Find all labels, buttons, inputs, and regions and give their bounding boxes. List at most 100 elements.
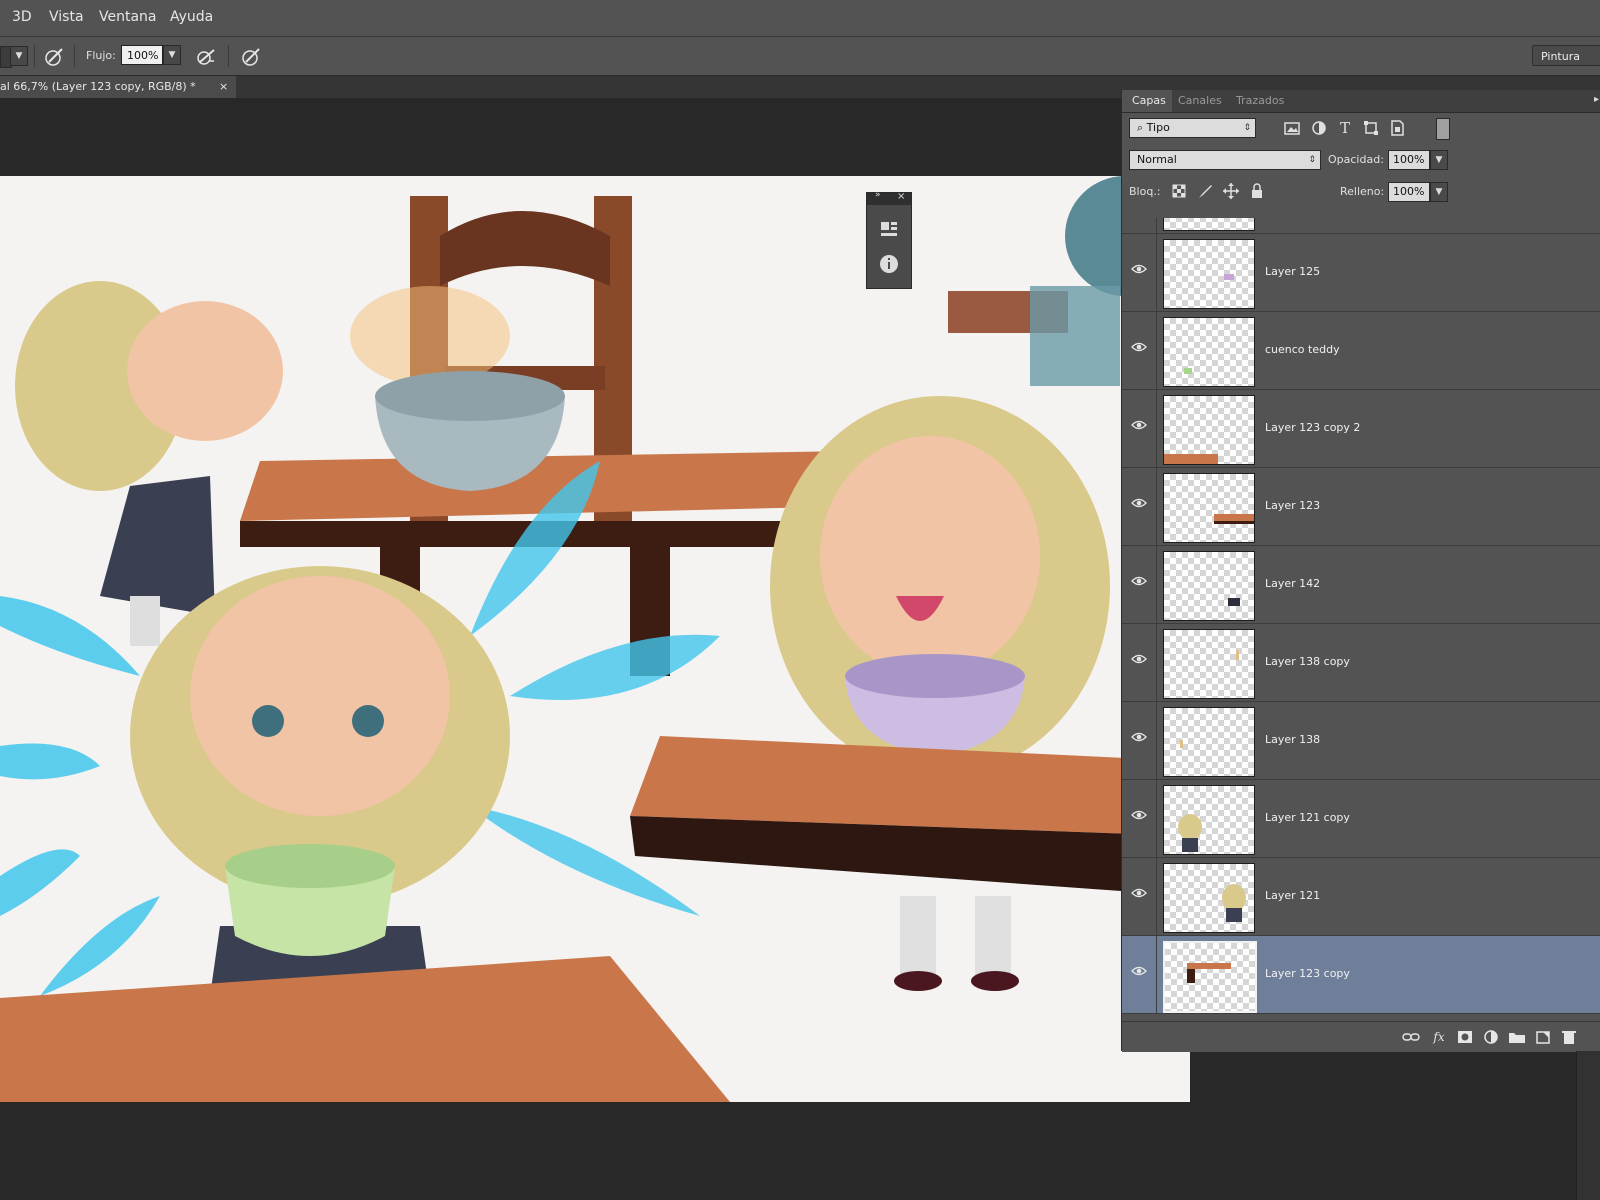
lock-label: Bloq.: bbox=[1129, 185, 1161, 198]
eye-icon[interactable] bbox=[1131, 419, 1147, 431]
visibility-column bbox=[1122, 390, 1157, 468]
eye-icon[interactable] bbox=[1131, 497, 1147, 509]
collapse-icon[interactable]: » bbox=[875, 190, 881, 200]
visibility-column bbox=[1122, 624, 1157, 702]
blue-leaf bbox=[510, 634, 720, 700]
fill-value[interactable]: 100% bbox=[1388, 182, 1430, 202]
filter-toggle[interactable] bbox=[1436, 118, 1450, 140]
layer-row[interactable] bbox=[1122, 218, 1600, 234]
eye-icon[interactable] bbox=[1131, 965, 1147, 977]
trash-icon[interactable] bbox=[1560, 1029, 1578, 1045]
workspace-button[interactable]: Pintura bbox=[1532, 45, 1600, 66]
updown-icon: ⇕ bbox=[1308, 155, 1316, 165]
layer-thumbnail bbox=[1163, 317, 1255, 387]
menu-ayuda[interactable]: Ayuda bbox=[170, 9, 213, 25]
layer-row[interactable]: Layer 123 copy 2 bbox=[1122, 390, 1600, 468]
checkered-cloth bbox=[1030, 286, 1120, 386]
adjustment-icon[interactable] bbox=[1482, 1029, 1500, 1045]
layer-row[interactable]: cuenco teddy bbox=[1122, 312, 1600, 390]
close-tab-icon[interactable]: × bbox=[219, 76, 228, 98]
adjustment-filter-icon[interactable] bbox=[1310, 119, 1328, 137]
shape-filter-icon[interactable] bbox=[1362, 119, 1380, 137]
pressure-icon[interactable] bbox=[240, 46, 262, 68]
info-icon[interactable] bbox=[879, 254, 899, 274]
lock-transparent-icon[interactable] bbox=[1170, 182, 1188, 200]
flow-value[interactable]: 100% bbox=[121, 45, 163, 65]
visibility-column bbox=[1122, 468, 1157, 546]
eye-icon[interactable] bbox=[1131, 887, 1147, 899]
new-layer-icon[interactable] bbox=[1534, 1029, 1552, 1045]
vertical-scrollbar[interactable] bbox=[1576, 1051, 1600, 1200]
layer-thumbnail bbox=[1163, 395, 1255, 465]
blue-leaf bbox=[0, 596, 140, 676]
flow-dropdown-arrow[interactable]: ▼ bbox=[163, 45, 181, 65]
visibility-column bbox=[1122, 312, 1157, 390]
opacity-value[interactable]: 100% bbox=[1388, 150, 1430, 170]
layer-row[interactable]: Layer 123 bbox=[1122, 468, 1600, 546]
search-icon: ⌕ bbox=[1137, 121, 1147, 134]
brush-preset-arrow[interactable]: ▼ bbox=[10, 46, 28, 66]
layer-row[interactable]: Layer 125 bbox=[1122, 234, 1600, 312]
blue-leaf bbox=[40, 896, 160, 996]
image-filter-icon[interactable] bbox=[1283, 119, 1301, 137]
layer-thumbnail bbox=[1163, 941, 1257, 1013]
type-filter-icon[interactable]: T bbox=[1336, 119, 1354, 137]
green-bowl-rim bbox=[225, 844, 395, 888]
lock-position-icon[interactable] bbox=[1222, 182, 1240, 200]
options-bar: ▼ Flujo: 100% ▼ Pintura bbox=[0, 37, 1600, 76]
visibility-column bbox=[1122, 234, 1157, 312]
girl-right-shoe bbox=[971, 971, 1019, 991]
document-canvas[interactable] bbox=[0, 176, 1190, 1102]
tab-capas[interactable]: Capas bbox=[1122, 90, 1172, 112]
visibility-column bbox=[1122, 546, 1157, 624]
layer-name: Layer 142 bbox=[1265, 577, 1321, 590]
menu-3d[interactable]: 3D bbox=[12, 9, 32, 25]
layers-panel: Capas Canales Trazados ▸ ⌕ Tipo ⇕ T Norm… bbox=[1121, 90, 1600, 1052]
eye-icon[interactable] bbox=[1131, 575, 1147, 587]
document-tab[interactable]: al 66,7% (Layer 123 copy, RGB/8) * × bbox=[0, 76, 236, 98]
fx-icon[interactable]: fx bbox=[1430, 1029, 1448, 1045]
layer-thumbnail bbox=[1163, 785, 1255, 855]
blend-mode-dropdown[interactable]: Normal ⇕ bbox=[1129, 150, 1321, 170]
smart-object-filter-icon[interactable] bbox=[1388, 119, 1406, 137]
layer-row[interactable]: Layer 121 copy bbox=[1122, 780, 1600, 858]
visibility-column bbox=[1122, 936, 1157, 1014]
eye-icon[interactable] bbox=[1131, 653, 1147, 665]
layer-row[interactable]: Layer 142 bbox=[1122, 546, 1600, 624]
girl-center-eye bbox=[352, 705, 384, 737]
menu-vista[interactable]: Vista bbox=[49, 9, 84, 25]
panel-menu-icon[interactable]: ▸ bbox=[1594, 94, 1599, 105]
opacity-dropdown-arrow[interactable]: ▼ bbox=[1430, 150, 1448, 170]
folder-icon[interactable] bbox=[1508, 1029, 1526, 1045]
link-icon[interactable] bbox=[1402, 1029, 1420, 1045]
tab-canales[interactable]: Canales bbox=[1178, 90, 1222, 112]
airbrush-icon[interactable] bbox=[195, 46, 217, 68]
mask-icon[interactable] bbox=[1456, 1029, 1474, 1045]
close-icon[interactable]: × bbox=[897, 191, 905, 202]
eye-icon[interactable] bbox=[1131, 731, 1147, 743]
layer-name: Layer 121 bbox=[1265, 889, 1321, 902]
history-icon[interactable] bbox=[879, 219, 899, 239]
girl-right-sock bbox=[975, 896, 1011, 976]
layer-row[interactable]: Layer 138 bbox=[1122, 702, 1600, 780]
brush-panel-icon[interactable] bbox=[43, 46, 65, 68]
front-table bbox=[0, 956, 730, 1102]
eye-icon[interactable] bbox=[1131, 263, 1147, 275]
lock-all-icon[interactable] bbox=[1248, 182, 1266, 200]
layer-row-selected[interactable]: Layer 123 copy bbox=[1122, 936, 1600, 1014]
layer-name: Layer 121 copy bbox=[1265, 811, 1350, 824]
eye-icon[interactable] bbox=[1131, 809, 1147, 821]
layer-row[interactable]: Layer 138 copy bbox=[1122, 624, 1600, 702]
layer-row[interactable]: Layer 121 bbox=[1122, 858, 1600, 936]
layer-thumbnail bbox=[1163, 473, 1255, 543]
tab-trazados[interactable]: Trazados bbox=[1236, 90, 1284, 112]
separator bbox=[74, 45, 75, 67]
eye-icon[interactable] bbox=[1131, 341, 1147, 353]
lock-row: Bloq.: Relleno: 100% ▼ bbox=[1122, 178, 1600, 208]
blue-leaf bbox=[0, 849, 80, 916]
fill-dropdown-arrow[interactable]: ▼ bbox=[1430, 182, 1448, 202]
filter-kind-dropdown[interactable]: ⌕ Tipo ⇕ bbox=[1129, 118, 1256, 138]
floating-panel-header[interactable]: » × bbox=[867, 190, 911, 205]
menu-ventana[interactable]: Ventana bbox=[99, 9, 157, 25]
lock-pixels-icon[interactable] bbox=[1196, 182, 1214, 200]
